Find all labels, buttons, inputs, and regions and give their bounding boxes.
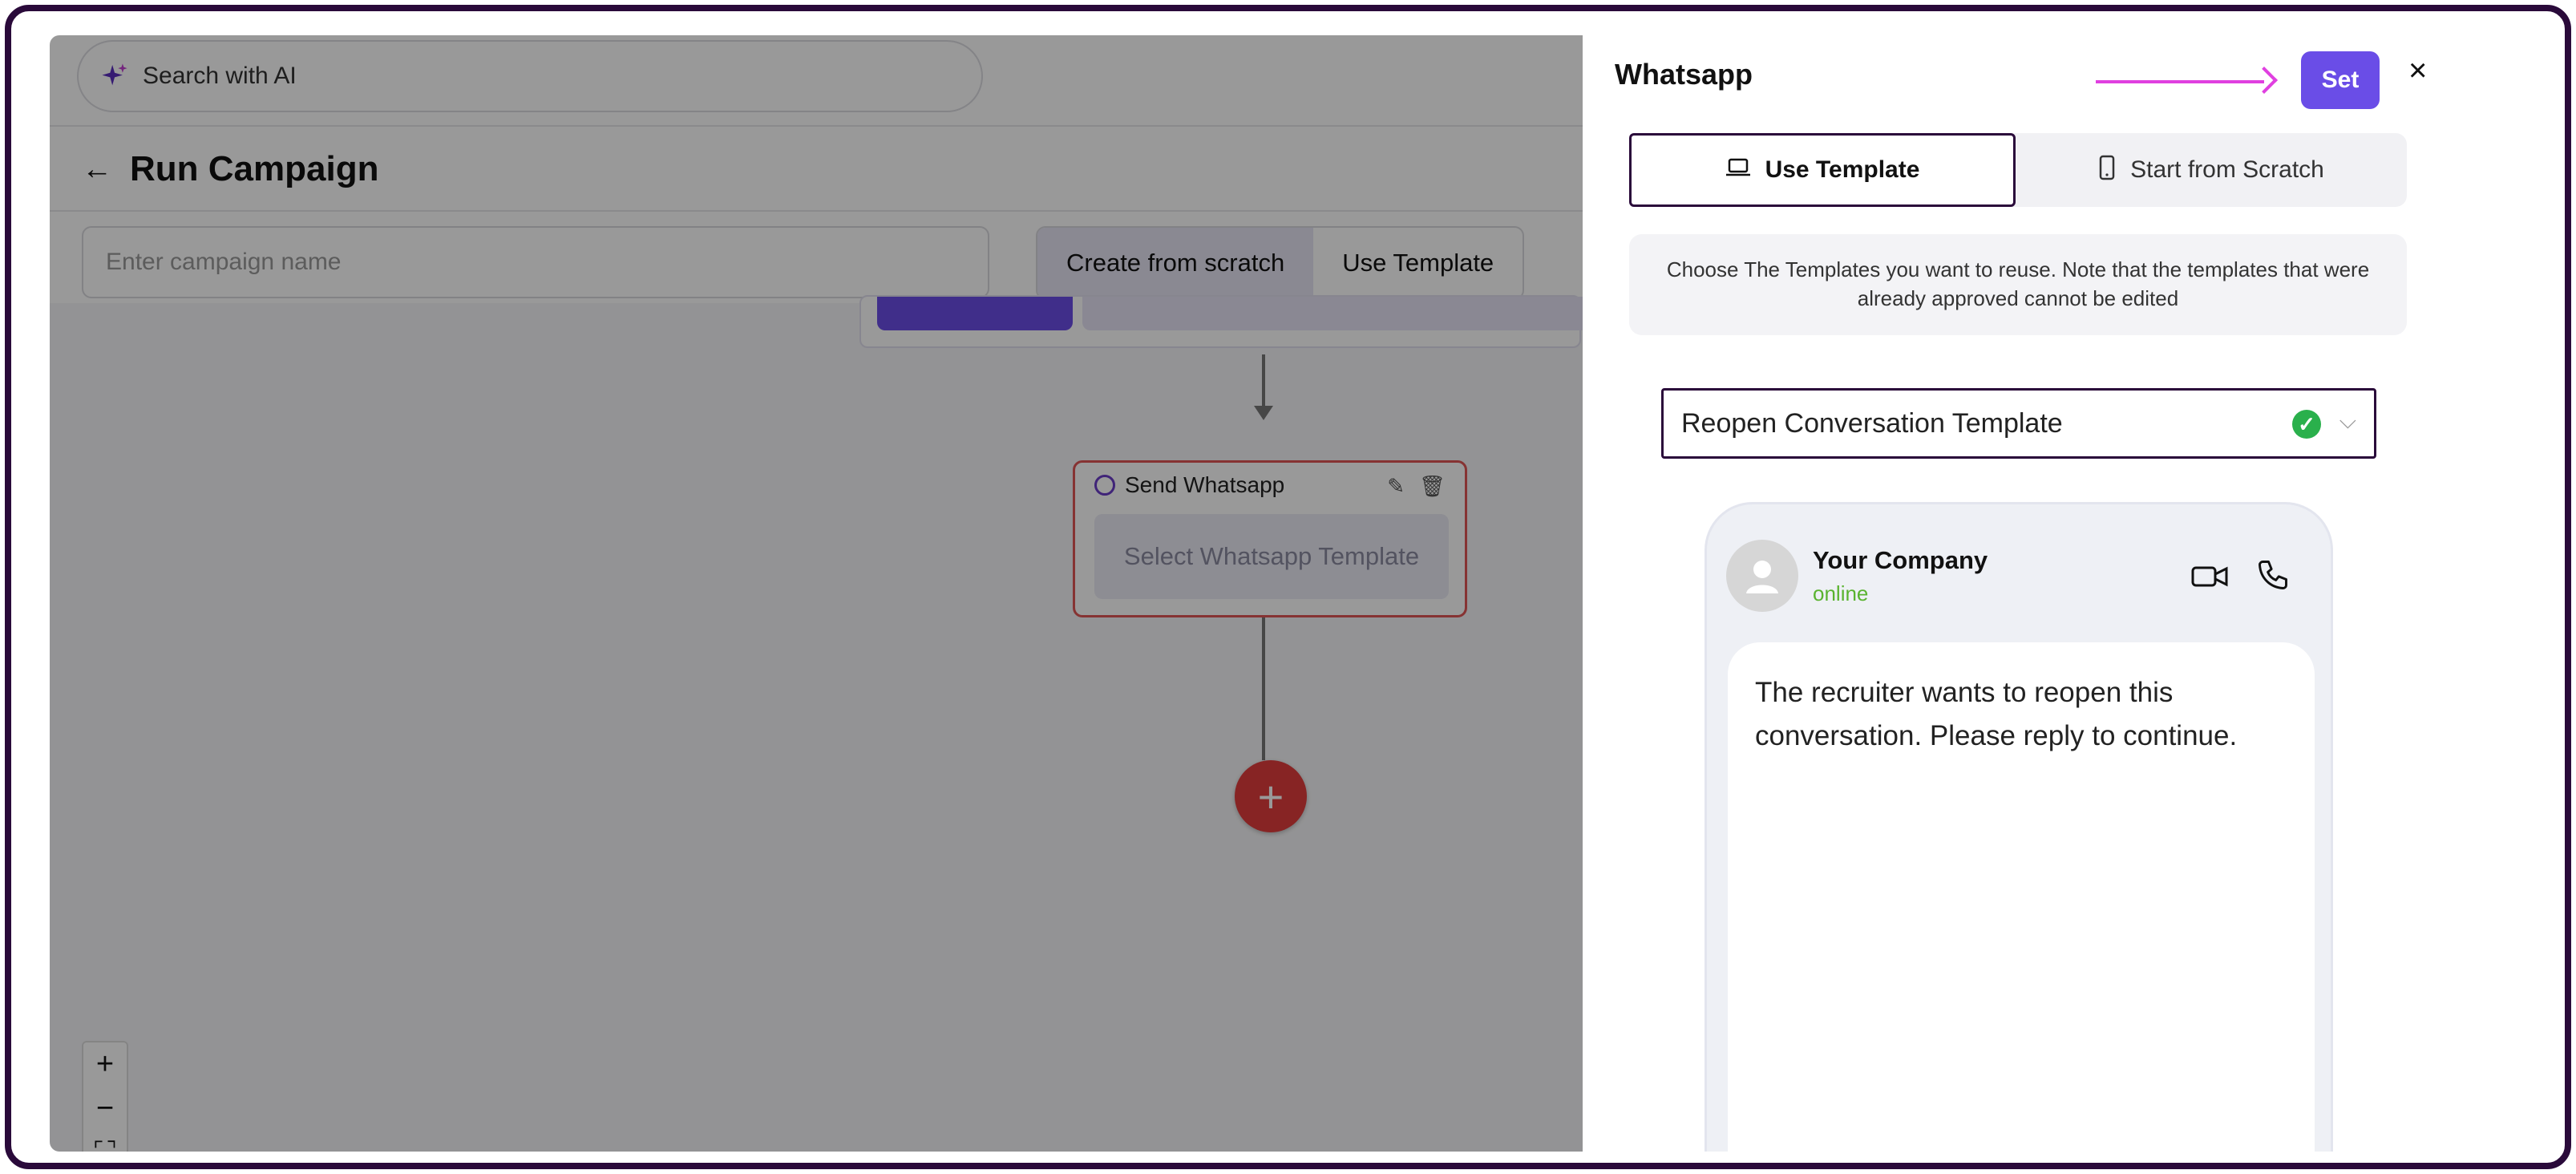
fit-view-button[interactable]: ⛶ xyxy=(83,1131,127,1152)
template-dropdown-value: Reopen Conversation Template xyxy=(1681,407,2063,439)
message-bubble: The recruiter wants to reopen this conve… xyxy=(1728,642,2315,1152)
top-bar: Search with AI xyxy=(50,35,1583,127)
connector-arrow-icon xyxy=(1254,406,1273,420)
laptop-icon xyxy=(1725,157,1751,184)
node-header: Send Whatsapp xyxy=(1094,472,1284,498)
tab-use-template[interactable]: Use Template xyxy=(1629,133,2016,207)
chevron-down-icon: ⌵ xyxy=(2339,408,2356,433)
phone-icon xyxy=(2098,155,2116,186)
campaign-builder: Search with AI ← Run Campaign Enter camp… xyxy=(50,35,1583,1152)
check-circle-icon: ✓ xyxy=(2292,410,2321,439)
zoom-in-button[interactable]: + xyxy=(83,1042,127,1087)
phone-call-icon xyxy=(2255,557,2291,601)
chat-company-name: Your Company xyxy=(1813,546,1988,574)
node-tools: ✎ 🗑 xyxy=(1387,474,1446,499)
campaign-name-input[interactable]: Enter campaign name xyxy=(82,226,989,298)
previous-node-primary-bar xyxy=(877,297,1073,330)
previous-node-secondary-bar xyxy=(1082,297,1583,330)
search-ai-bar[interactable]: Search with AI xyxy=(77,40,983,112)
tab-start-from-scratch-label: Start from Scratch xyxy=(2130,156,2324,183)
template-tabs: Use Template Start from Scratch xyxy=(1629,133,2407,207)
flow-canvas[interactable]: Send Whatsapp ✎ 🗑 Select Whatsapp Templa… xyxy=(50,295,1583,1152)
trash-icon[interactable]: 🗑 xyxy=(1419,474,1446,499)
add-step-button[interactable]: + xyxy=(1235,760,1307,832)
chat-status: online xyxy=(1813,581,1869,605)
connector-line xyxy=(1262,617,1265,760)
close-icon[interactable]: × xyxy=(2408,53,2427,89)
tab-use-template-label: Use Template xyxy=(1765,156,1920,183)
zoom-controls: + − ⛶ xyxy=(82,1041,128,1152)
arrow-left-icon[interactable]: ← xyxy=(82,152,112,187)
whatsapp-icon xyxy=(1094,475,1115,496)
panel-title: Whatsapp xyxy=(1615,58,1753,91)
send-whatsapp-node[interactable]: Send Whatsapp ✎ 🗑 Select Whatsapp Templa… xyxy=(1073,460,1467,617)
template-dropdown[interactable]: Reopen Conversation Template ✓ ⌵ xyxy=(1661,388,2376,459)
pencil-icon[interactable]: ✎ xyxy=(1387,474,1405,499)
video-call-icon xyxy=(2191,561,2228,597)
template-note: Choose The Templates you want to reuse. … xyxy=(1629,234,2407,335)
search-ai-label: Search with AI xyxy=(143,63,297,89)
whatsapp-panel: Whatsapp Set × Use Template Start from S… xyxy=(1583,35,2447,1152)
page-title: Run Campaign xyxy=(130,149,379,188)
node-title: Send Whatsapp xyxy=(1125,472,1285,497)
mode-toggle: Create from scratch Use Template xyxy=(1036,226,1525,300)
use-template-option[interactable]: Use Template xyxy=(1313,228,1523,298)
campaign-name-bar: Enter campaign name Create from scratch … xyxy=(50,213,1583,302)
select-template-button[interactable]: Select Whatsapp Template xyxy=(1094,514,1449,599)
chat-header: Your Company online xyxy=(1726,540,2319,620)
set-button[interactable]: Set xyxy=(2301,51,2380,109)
zoom-out-button[interactable]: − xyxy=(83,1087,127,1131)
annotation-arrow-line xyxy=(2096,80,2264,83)
annotation-arrow-icon xyxy=(2250,67,2278,94)
connector-line xyxy=(1262,354,1265,409)
create-from-scratch-option[interactable]: Create from scratch xyxy=(1037,228,1314,298)
tab-start-from-scratch[interactable]: Start from Scratch xyxy=(2016,133,2407,207)
title-bar: ← Run Campaign xyxy=(50,128,1583,212)
panel-header: Whatsapp Set × xyxy=(1583,35,2447,127)
app-window: Search with AI ← Run Campaign Enter camp… xyxy=(50,35,2447,1152)
avatar xyxy=(1726,540,1798,612)
sparkle-icon xyxy=(102,63,127,86)
previous-node[interactable] xyxy=(859,295,1583,348)
whatsapp-preview: Your Company online The recruiter wants … xyxy=(1705,502,2333,1152)
window-frame: Search with AI ← Run Campaign Enter camp… xyxy=(5,5,2571,1169)
